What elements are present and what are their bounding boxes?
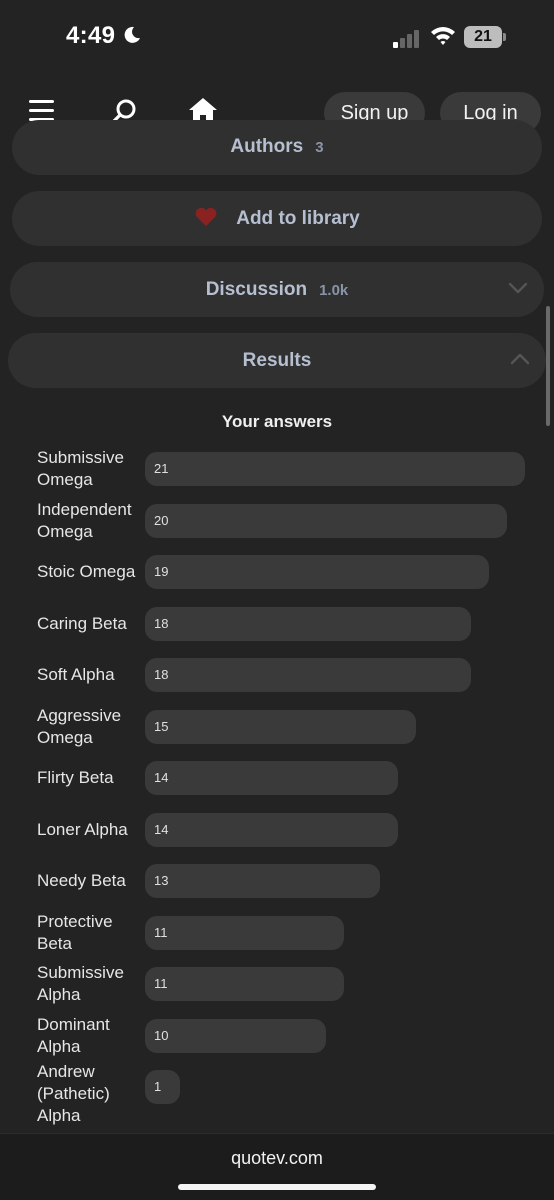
result-bar: 11 <box>145 967 345 1001</box>
clock: 4:49 <box>66 22 116 49</box>
add-to-library-button[interactable]: Add to library <box>12 191 542 246</box>
result-row: Stoic Omega 19 <box>0 547 554 597</box>
moon-icon <box>124 26 140 43</box>
result-row: Protective Beta 11 <box>0 908 554 958</box>
result-value: 19 <box>154 564 169 579</box>
home-indicator[interactable] <box>178 1184 376 1190</box>
status-bar: 4:49 21 <box>0 0 554 75</box>
battery-icon: 21 <box>464 26 506 48</box>
result-row: Soft Alpha 18 <box>0 650 554 700</box>
hamburger-menu-icon[interactable] <box>29 100 54 122</box>
chevron-down-icon <box>508 282 528 294</box>
discussion-section[interactable]: Discussion 1.0k <box>10 262 544 317</box>
result-bar: 18 <box>145 606 471 641</box>
wifi-icon <box>431 27 455 45</box>
result-row: Dominant Alpha 10 <box>0 1011 554 1061</box>
result-bar: 10 <box>145 1018 326 1053</box>
result-row: Independent Omega 20 <box>0 496 554 546</box>
results-section[interactable]: Results <box>8 333 546 388</box>
result-value: 10 <box>154 1027 169 1043</box>
result-label: Aggressive Omega <box>37 705 122 747</box>
result-label: Submissive Alpha <box>37 963 124 1004</box>
scrollbar[interactable] <box>546 306 550 426</box>
result-bar: 14 <box>145 761 399 795</box>
result-value: 20 <box>154 512 169 528</box>
result-value: 14 <box>154 770 169 785</box>
result-row: Flirty Beta 14 <box>0 753 554 803</box>
result-bar: 15 <box>145 709 417 744</box>
result-row: Caring Beta 18 <box>0 599 554 649</box>
result-value: 18 <box>154 667 169 682</box>
result-label: Stoic Omega <box>37 562 136 581</box>
cellular-signal-icon <box>393 30 421 48</box>
result-bar: 14 <box>145 812 399 847</box>
result-bar: 11 <box>145 915 345 950</box>
result-bar: 19 <box>145 555 489 589</box>
result-value: 21 <box>154 461 169 476</box>
result-label: Protective Beta <box>37 911 113 953</box>
result-bar: 21 <box>145 452 525 486</box>
authors-label: Authors <box>230 136 304 157</box>
result-label: Flirty Beta <box>37 768 114 787</box>
result-label: Independent Omega <box>37 499 132 541</box>
result-value: 14 <box>154 821 169 837</box>
results-label: Results <box>242 350 312 371</box>
result-label: Caring Beta <box>37 613 127 633</box>
result-row: Loner Alpha 14 <box>0 805 554 855</box>
result-value: 15 <box>154 718 169 734</box>
result-row: Needy Beta 13 <box>0 856 554 906</box>
result-bar: 20 <box>145 503 507 538</box>
result-row: Submissive Omega 21 <box>0 444 554 494</box>
authors-section[interactable]: Authors 3 <box>12 120 542 175</box>
result-label: Loner Alpha <box>37 819 128 839</box>
discussion-count: 1.0k <box>319 282 349 299</box>
result-value: 13 <box>154 873 169 888</box>
result-label: Needy Beta <box>37 871 126 890</box>
result-row: Submissive Alpha 11 <box>0 959 554 1009</box>
result-bar: 1 <box>145 1070 180 1104</box>
result-value: 18 <box>154 615 169 631</box>
your-answers-heading: Your answers <box>221 412 333 431</box>
authors-count: 3 <box>315 139 324 156</box>
result-label: Andrew (Pathetic) Alpha <box>37 1062 110 1125</box>
battery-level: 21 <box>464 26 502 48</box>
result-row: Aggressive Omega 15 <box>0 702 554 752</box>
result-bar: 13 <box>145 864 381 898</box>
browser-bottom-bar: quotev.com <box>0 1133 554 1200</box>
result-value: 11 <box>154 976 168 991</box>
heart-icon <box>195 207 217 226</box>
result-value: 11 <box>154 924 168 940</box>
result-label: Submissive Omega <box>37 448 124 489</box>
add-to-library-label: Add to library <box>236 208 360 229</box>
result-row: Andrew (Pathetic) Alpha 1 <box>0 1062 554 1126</box>
result-bar: 18 <box>145 658 471 692</box>
result-label: Soft Alpha <box>37 665 115 684</box>
result-value: 1 <box>154 1079 162 1094</box>
chevron-up-icon <box>510 353 530 365</box>
discussion-label: Discussion <box>205 279 308 300</box>
url-domain[interactable]: quotev.com <box>0 1148 554 1169</box>
result-label: Dominant Alpha <box>37 1014 110 1056</box>
